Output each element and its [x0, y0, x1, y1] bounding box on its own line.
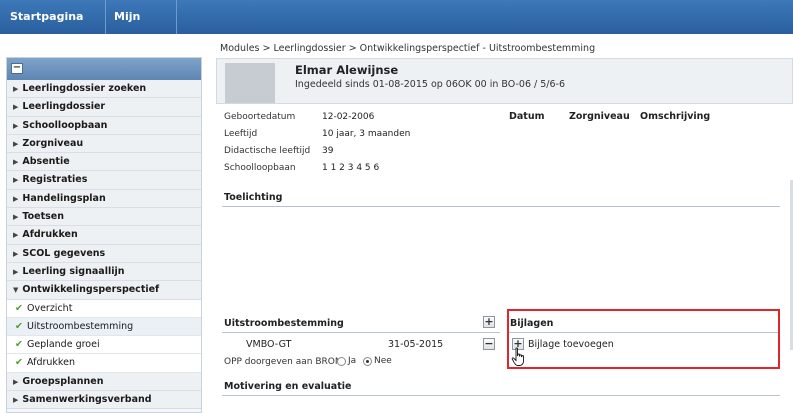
sidebar-item-scol-gegevens[interactable]: ▶ SCOL gegevens [7, 244, 201, 263]
sidebar-item-leerlingdossier-zoeken[interactable]: ▶ Leerlingdossier zoeken [7, 80, 201, 99]
top-nav-bar: Startpagina Mijn Menu [0, 0, 793, 57]
sidebar-item-label: Absentie [22, 156, 70, 168]
sidebar-item-leerling-signaallijn[interactable]: ▶ Leerling signaallijn [7, 262, 201, 282]
sidebar-subitem-geplande-groei[interactable]: ✔ Geplande groei [7, 336, 201, 355]
triangle-right-icon: ▶ [13, 103, 19, 112]
sidebar-item-samenwerkingsverband[interactable]: ▶ Samenwerkingsverband [7, 391, 201, 410]
remove-uitstroom-button[interactable]: − [483, 338, 495, 350]
column-header-datum: Datum [509, 111, 545, 122]
sidebar-item-leerlingdossier[interactable]: ▶ Leerlingdossier [7, 98, 201, 117]
sidebar-item-registraties[interactable]: ▶ Registraties [7, 171, 201, 190]
sidebar-subitem-afdrukken[interactable]: ✔ Afdrukken [7, 354, 201, 373]
field-label-didactische-leeftijd: Didactische leeftijd [224, 146, 311, 156]
tab-mijn-menu[interactable]: Mijn Menu [105, 0, 177, 57]
divider [222, 332, 500, 333]
triangle-right-icon: ▶ [13, 158, 19, 167]
bijlagen-title: Bijlagen [510, 318, 554, 329]
sidebar-header: − [7, 58, 201, 80]
field-label-geboortedatum: Geboortedatum [224, 112, 296, 122]
triangle-right-icon: ▶ [13, 377, 19, 386]
sidebar-item-label: Leerling signaallijn [22, 265, 125, 277]
radio-ja[interactable] [337, 357, 346, 366]
divider [222, 206, 780, 207]
sidebar-item-label: Leerlingdossier [22, 101, 106, 113]
sidebar-subitem-overzicht[interactable]: ✔ Overzicht [7, 299, 201, 318]
divider [222, 395, 780, 396]
sidebar-subitem-uitstroombestemming[interactable]: ✔ Uitstroombestemming [7, 317, 201, 337]
motivering-title: Motivering en evaluatie [224, 381, 352, 392]
sidebar-subitem-label: Uitstroombestemming [26, 320, 134, 332]
sidebar-item-schoolloopbaan[interactable]: ▶ Schoolloopbaan [7, 116, 201, 135]
student-name: Elmar Alewijnse [295, 63, 399, 77]
checkmark-icon: ✔ [15, 302, 23, 314]
sidebar-item-label: SCOL gegevens [22, 247, 106, 259]
hand-pointer-icon [511, 347, 524, 366]
field-value-geboortedatum: 12-02-2006 [322, 112, 375, 122]
triangle-right-icon: ▶ [13, 249, 19, 258]
sidebar-item-label: Groepsplannen [22, 375, 104, 387]
triangle-right-icon: ▶ [13, 139, 19, 148]
triangle-right-icon: ▶ [13, 121, 19, 130]
sidebar-item-label: Afdrukken [22, 229, 78, 241]
sidebar-subitem-label: Geplande groei [26, 339, 100, 351]
sidebar-item-label: Handelingsplan [22, 192, 106, 204]
breadcrumb: Modules > Leerlingdossier > Ontwikkeling… [220, 43, 596, 54]
collapse-sidebar-button[interactable]: − [11, 63, 23, 74]
add-uitstroom-button[interactable]: + [483, 316, 495, 328]
sidebar-item-label: Schoolloopbaan [22, 119, 108, 131]
triangle-right-icon: ▶ [13, 194, 19, 203]
divider [509, 332, 778, 333]
add-bijlage-label[interactable]: Bijlage toevoegen [528, 339, 614, 350]
sidebar-subitem-label: Overzicht [26, 302, 73, 314]
tab-startpagina[interactable]: Startpagina [0, 0, 105, 34]
field-label-leeftijd: Leeftijd [224, 129, 258, 139]
triangle-right-icon: ▶ [13, 396, 19, 405]
sidebar-item-label: Zorgniveau [22, 137, 84, 149]
triangle-right-icon: ▶ [13, 176, 19, 185]
toelichting-title: Toelichting [224, 192, 283, 203]
sidebar-item-label: Registraties [22, 174, 88, 186]
column-header-zorgniveau: Zorgniveau [569, 111, 630, 122]
avatar [225, 63, 275, 103]
sidebar-item-label: Toetsen [22, 211, 64, 223]
field-label-schoolloopbaan: Schoolloopbaan [224, 163, 296, 173]
column-header-omschrijving: Omschrijving [640, 111, 711, 122]
field-value-schoolloopbaan: 1 1 2 3 4 5 6 [322, 163, 380, 173]
uitstroom-level: VMBO-GT [246, 339, 292, 350]
sidebar-item-ontwikkelingsperspectief[interactable]: ▼ Ontwikkelingsperspectief [7, 281, 201, 300]
checkmark-icon: ✔ [15, 357, 23, 369]
field-value-leeftijd: 10 jaar, 3 maanden [322, 129, 411, 139]
sidebar: − ▶ Leerlingdossier zoeken ▶ Leerlingdossi… [6, 57, 202, 413]
sidebar-item-zorgniveau[interactable]: ▶ Zorgniveau [7, 134, 201, 154]
sidebar-item-handelingsplan[interactable]: ▶ Handelingsplan [7, 189, 201, 209]
student-enrollment-info: Ingedeeld sinds 01-08-2015 op 06OK 00 in… [295, 79, 566, 90]
checkmark-icon: ✔ [15, 320, 23, 332]
sidebar-item-label: Samenwerkingsverband [22, 394, 152, 406]
sidebar-item-label: Leerlingdossier zoeken [22, 83, 147, 94]
sidebar-subitem-label: Afdrukken [26, 357, 75, 369]
radio-nee[interactable] [363, 357, 372, 366]
sidebar-item-toetsen[interactable]: ▶ Toetsen [7, 208, 201, 227]
triangle-right-icon: ▶ [13, 85, 19, 93]
sidebar-item-afdrukken[interactable]: ▶ Afdrukken [7, 226, 201, 245]
radio-nee-label: Nee [374, 356, 392, 366]
triangle-right-icon: ▶ [13, 267, 19, 276]
checkmark-icon: ✔ [15, 339, 23, 351]
student-header: Elmar Alewijnse Ingedeeld sinds 01-08-20… [216, 58, 793, 104]
opp-bron-label: OPP doorgeven aan BRON [224, 357, 342, 367]
uitstroom-date: 31-05-2015 [388, 339, 444, 350]
sidebar-item-absentie[interactable]: ▶ Absentie [7, 153, 201, 172]
field-value-didactische-leeftijd: 39 [322, 146, 334, 156]
sidebar-item-groepsplannen[interactable]: ▶ Groepsplannen [7, 372, 201, 392]
sidebar-item-label: Ontwikkelingsperspectief [22, 284, 160, 296]
radio-ja-label: Ja [348, 356, 357, 366]
triangle-right-icon: ▶ [13, 231, 19, 240]
uitstroombestemming-title: Uitstroombestemming [224, 318, 344, 329]
triangle-right-icon: ▶ [13, 213, 19, 222]
triangle-down-icon: ▼ [13, 286, 19, 295]
